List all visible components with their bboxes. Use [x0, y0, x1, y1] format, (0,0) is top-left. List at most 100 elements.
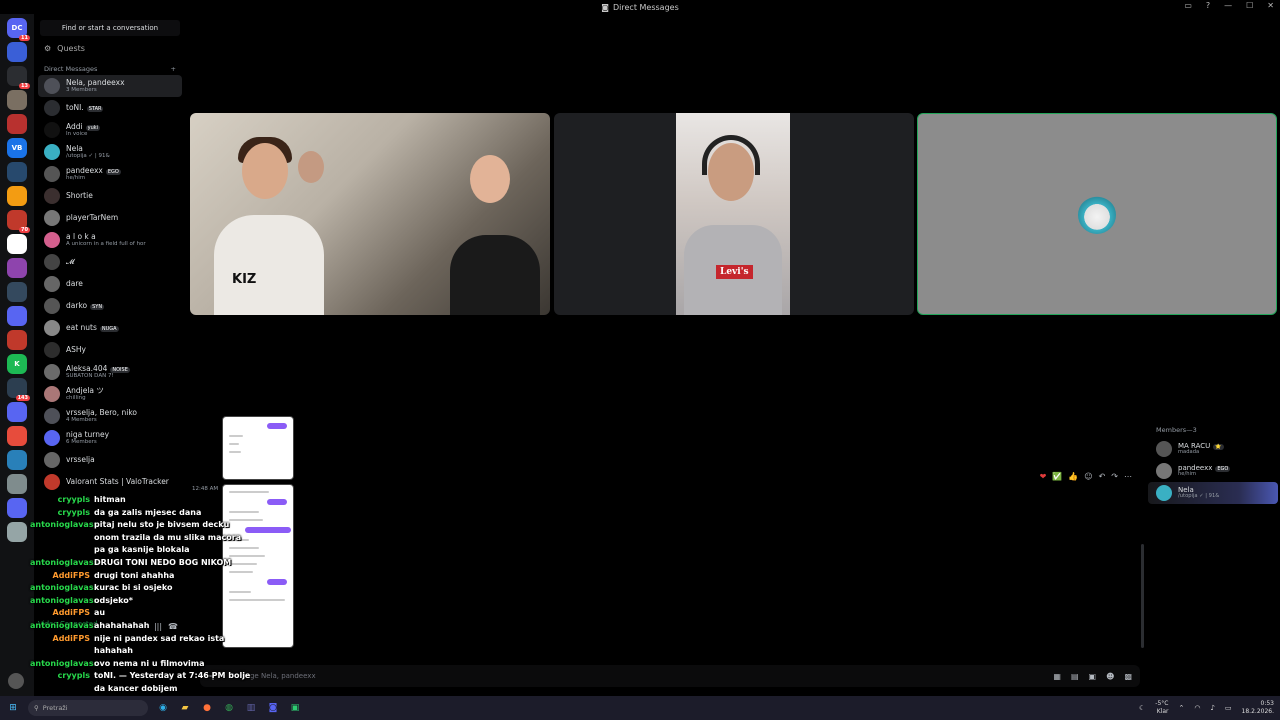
emoji-icon[interactable]: ☻: [1106, 672, 1114, 681]
close-button[interactable]: ✕: [1267, 1, 1274, 10]
server-icon[interactable]: [7, 522, 27, 542]
dm-status: he/him: [66, 174, 86, 181]
user-avatar[interactable]: [8, 673, 24, 689]
member-item[interactable]: MA RACU ⭐ madada: [1148, 438, 1278, 460]
video-tile-3-speaking[interactable]: [917, 113, 1277, 315]
dm-item[interactable]: playerTarNem: [38, 207, 182, 229]
chrome-icon[interactable]: ◍: [222, 701, 236, 715]
server-icon[interactable]: [7, 90, 27, 110]
dm-item[interactable]: toNI. STAR: [38, 97, 182, 119]
overlay-username: AddiFPS: [52, 608, 90, 618]
dm-item[interactable]: vrsselja, Bero, niko 4 Members: [38, 405, 182, 427]
dm-item[interactable]: 𝓜: [38, 251, 182, 273]
server-icon[interactable]: 143: [7, 378, 30, 401]
server-icon[interactable]: [7, 114, 27, 134]
more-icon[interactable]: ⋯: [1124, 472, 1132, 481]
server-icon[interactable]: [7, 282, 27, 302]
dm-item[interactable]: niga turney 6 Members: [38, 427, 182, 449]
dm-item[interactable]: Andjela ツ chilling: [38, 383, 182, 405]
video-tile-1[interactable]: KIZ: [190, 113, 550, 315]
unread-badge: 13: [19, 83, 30, 89]
dm-item[interactable]: darko SYN: [38, 295, 182, 317]
dm-item[interactable]: Nela, pandeexx 3 Members: [38, 75, 182, 97]
server-icon[interactable]: VB: [7, 138, 27, 158]
overlay-username: cryypls: [57, 495, 90, 504]
member-item[interactable]: Nela/utopija ✓ | 91&: [1148, 482, 1278, 504]
reply-icon[interactable]: ↶: [1099, 472, 1106, 481]
inbox-icon[interactable]: ▭: [1184, 1, 1192, 10]
dm-item[interactable]: Nela/utopija ✓ | 91&: [38, 141, 182, 163]
reaction-heart-icon[interactable]: ❤: [1040, 472, 1047, 481]
overlay-chat-line: antonioglavass ahahahahah: [30, 620, 230, 633]
server-icon[interactable]: [7, 330, 27, 350]
wifi-icon[interactable]: ◠: [1194, 704, 1200, 712]
server-icon[interactable]: [7, 474, 27, 494]
overlay-message: da kancer dobijem: [94, 683, 178, 693]
server-icon[interactable]: [7, 42, 27, 62]
reaction-thumbs-up-icon[interactable]: 👍: [1068, 472, 1078, 481]
dm-item[interactable]: pandeexx EGO he/him: [38, 163, 182, 185]
apps-icon[interactable]: ▩: [1124, 672, 1132, 681]
shirt-logo: Levi's: [716, 265, 753, 279]
member-item[interactable]: pandeexx EGO he/him: [1148, 460, 1278, 482]
maximize-button[interactable]: ☐: [1246, 1, 1253, 10]
avatar: [44, 254, 60, 270]
weather-icon: ☾: [1139, 704, 1146, 712]
server-icon[interactable]: [7, 306, 27, 326]
quests-item[interactable]: ⚙ Quests: [34, 36, 186, 61]
server-icon[interactable]: [7, 258, 27, 278]
app-icon[interactable]: ▣: [288, 701, 302, 715]
chat-scrollbar[interactable]: [1141, 544, 1144, 648]
forward-icon[interactable]: ↷: [1111, 472, 1118, 481]
dm-item[interactable]: ASHy: [38, 339, 182, 361]
video-tile-2[interactable]: Levi's: [554, 113, 914, 315]
dm-item[interactable]: Addi yuki In voice: [38, 119, 182, 141]
gif-icon[interactable]: ▤: [1071, 672, 1079, 681]
battery-icon[interactable]: ▭: [1225, 704, 1232, 712]
server-icon[interactable]: [7, 186, 27, 206]
server-icon[interactable]: [7, 402, 27, 422]
dm-name: dare: [66, 279, 83, 289]
dm-item[interactable]: eat nuts NUGA: [38, 317, 182, 339]
edge-icon[interactable]: ◉: [156, 701, 170, 715]
server-icon[interactable]: [7, 234, 27, 254]
volume-icon[interactable]: ♪: [1210, 704, 1214, 712]
unread-badge: 11: [19, 35, 30, 41]
server-icon[interactable]: DC 11: [7, 18, 30, 41]
server-icon[interactable]: 13: [7, 66, 30, 89]
server-icon[interactable]: [7, 450, 27, 470]
dm-item[interactable]: Valorant Stats | ValoTracker: [38, 471, 182, 493]
reaction-check-icon[interactable]: ✅: [1052, 472, 1062, 481]
file-explorer-icon[interactable]: ▰: [178, 701, 192, 715]
windows-start-icon[interactable]: ⊞: [6, 701, 20, 715]
server-icon[interactable]: [7, 498, 27, 518]
minimize-button[interactable]: —: [1224, 1, 1232, 10]
create-dm-plus-icon[interactable]: +: [171, 65, 176, 73]
dm-item[interactable]: Aleksa.404 NOISE SUBATON DAN 7!: [38, 361, 182, 383]
sticker-icon[interactable]: ▣: [1089, 672, 1097, 681]
server-icon[interactable]: [7, 162, 27, 182]
dm-item[interactable]: a l o k aA unicorn in a field full of ho…: [38, 229, 182, 251]
weather-temp: -5°C: [1155, 700, 1169, 707]
overlay-username: [30, 532, 90, 545]
server-icon[interactable]: [7, 426, 27, 446]
server-icon[interactable]: K: [7, 354, 27, 374]
avatar: [44, 188, 60, 204]
discord-taskbar-icon[interactable]: ◙: [266, 701, 280, 715]
clock[interactable]: 0:53 18.2.2026.: [1242, 700, 1274, 716]
dm-item[interactable]: vrsselja: [38, 449, 182, 471]
firefox-icon[interactable]: ●: [200, 701, 214, 715]
help-icon[interactable]: ?: [1206, 1, 1210, 10]
gift-icon[interactable]: ▦: [1053, 672, 1061, 681]
dm-item[interactable]: Shortie: [38, 185, 182, 207]
dm-item[interactable]: dare: [38, 273, 182, 295]
tray-chevron-icon[interactable]: ⌃: [1178, 704, 1184, 712]
image-attachment[interactable]: [222, 484, 294, 648]
image-attachment[interactable]: [222, 416, 294, 480]
message-composer[interactable]: + Message Nela, pandeexx ▦ ▤ ▣ ☻ ▩: [200, 665, 1140, 687]
add-reaction-icon[interactable]: ☺: [1084, 472, 1092, 481]
find-conversation-button[interactable]: Find or start a conversation: [40, 20, 180, 36]
teams-icon[interactable]: ▥: [244, 701, 258, 715]
server-icon[interactable]: 70: [7, 210, 30, 233]
taskbar-search[interactable]: ⚲ Pretraži: [28, 700, 148, 716]
